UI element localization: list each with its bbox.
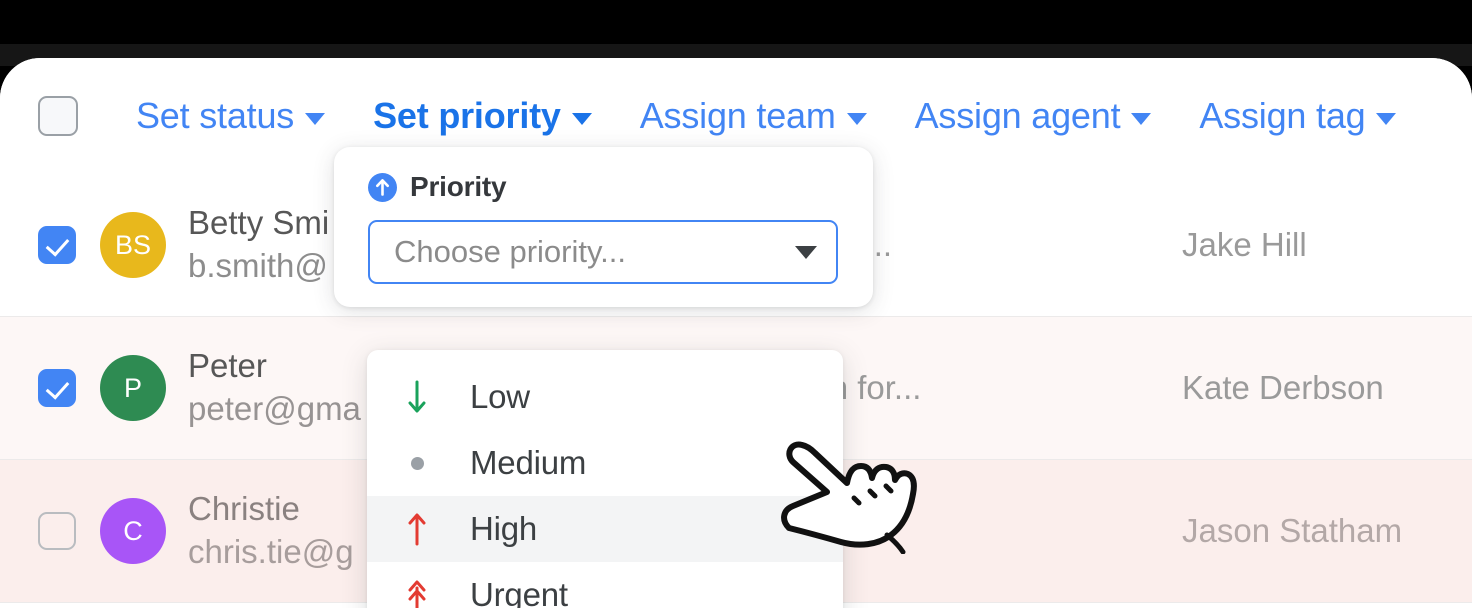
priority-options-dropdown: Low Medium High Urgent <box>367 350 843 608</box>
double-chevron-up-icon <box>397 578 437 608</box>
select-all-checkbox[interactable] <box>38 96 78 136</box>
priority-option-urgent[interactable]: Urgent <box>367 562 843 608</box>
priority-up-arrow-icon <box>368 172 397 202</box>
toolbar-item-label: Set priority <box>373 95 561 136</box>
arrow-up-icon <box>397 512 437 546</box>
priority-option-label: Low <box>470 378 530 415</box>
toolbar-item-set-status[interactable]: Set status <box>136 95 326 137</box>
chevron-down-icon <box>305 113 326 125</box>
toolbar-item-assign-agent[interactable]: Assign agent <box>915 95 1152 137</box>
priority-popover: Priority Choose priority... <box>334 147 873 307</box>
priority-popover-title: Priority <box>410 171 507 202</box>
chevron-down-icon <box>1131 113 1152 125</box>
priority-option-high[interactable]: High <box>367 496 843 562</box>
toolbar-item-label: Set status <box>136 95 295 136</box>
toolbar-item-label: Assign tag <box>1199 95 1366 136</box>
chevron-down-icon <box>846 113 867 125</box>
assignee-cell: Jake Hill <box>1182 226 1307 263</box>
priority-option-low[interactable]: Low <box>367 364 843 430</box>
priority-select-placeholder: Choose priority... <box>394 234 627 269</box>
arrow-down-icon <box>397 380 437 414</box>
screenshot-stage: BS Betty Smi b.smith@ llow-up... Jake Hi… <box>0 0 1472 608</box>
priority-select[interactable]: Choose priority... <box>368 220 838 284</box>
avatar: BS <box>100 212 166 278</box>
priority-option-medium[interactable]: Medium <box>367 430 843 496</box>
chevron-down-icon <box>795 245 817 259</box>
row-checkbox[interactable] <box>38 226 76 264</box>
priority-option-label: High <box>470 510 538 547</box>
assignee-cell: Jason Statham <box>1182 512 1403 549</box>
priority-option-label: Medium <box>470 444 587 481</box>
toolbar-item-assign-team[interactable]: Assign team <box>640 95 867 137</box>
avatar: C <box>100 498 166 564</box>
toolbar-item-label: Assign team <box>639 95 836 136</box>
row-checkbox[interactable] <box>38 369 76 407</box>
assignee-cell: Kate Derbson <box>1182 369 1384 406</box>
dot-icon <box>397 456 437 470</box>
avatar: P <box>100 355 166 421</box>
chevron-down-icon <box>571 113 592 125</box>
row-checkbox[interactable] <box>38 512 76 550</box>
avatar-initials: P <box>123 372 142 403</box>
avatar-initials: BS <box>114 229 152 260</box>
avatar-initials: C <box>123 515 143 546</box>
priority-option-label: Urgent <box>470 576 568 608</box>
chevron-down-icon <box>1376 113 1397 125</box>
app-card: BS Betty Smi b.smith@ llow-up... Jake Hi… <box>0 58 1472 608</box>
toolbar-item-assign-tag[interactable]: Assign tag <box>1199 95 1397 137</box>
priority-popover-header: Priority <box>368 171 839 203</box>
toolbar-item-set-priority[interactable]: Set priority <box>373 95 592 137</box>
toolbar-item-label: Assign agent <box>914 95 1121 136</box>
